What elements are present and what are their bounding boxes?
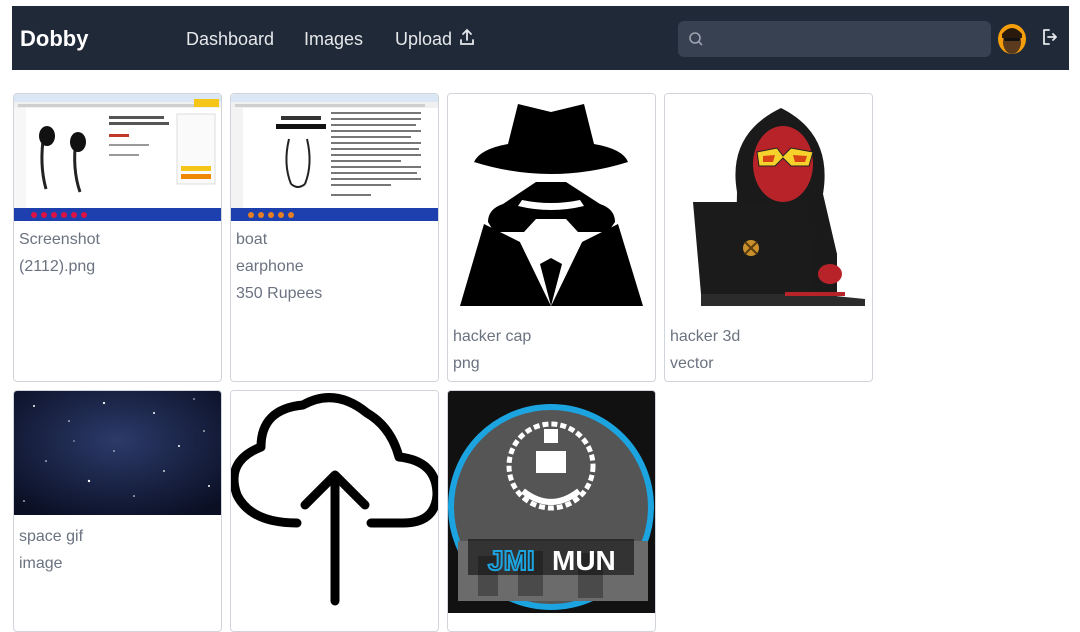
search-input[interactable] — [714, 27, 978, 53]
image-card[interactable]: hacker 3d vector — [664, 93, 873, 382]
caption-line: 350 Rupees — [236, 285, 323, 302]
caption-line: hacker cap — [453, 328, 532, 345]
nav-upload[interactable]: Upload — [395, 29, 452, 50]
caption-line: Screenshot — [19, 231, 100, 248]
caption-line: space gif — [19, 528, 84, 545]
brand-logo[interactable]: Dobby — [20, 26, 88, 52]
nav-dashboard[interactable]: Dashboard — [186, 29, 274, 50]
avatar[interactable] — [998, 24, 1026, 54]
caption-line: earphone — [236, 258, 304, 275]
image-card[interactable] — [230, 390, 439, 632]
caption-line: (2112).png — [19, 258, 96, 275]
caption-line: hacker 3d — [670, 328, 741, 345]
image-card[interactable]: hacker cap png — [447, 93, 656, 382]
image-card[interactable]: Screenshot (2112).png — [13, 93, 222, 382]
thumbnail-hacker-cap — [448, 94, 655, 316]
card-caption: Screenshot (2112).png — [19, 226, 100, 280]
card-caption: boat earphone 350 Rupees — [236, 226, 322, 307]
search-box[interactable] — [678, 21, 991, 57]
caption-line: image — [19, 555, 63, 572]
navbar: Dobby Dashboard Images Upload — [12, 6, 1069, 70]
upload-icon[interactable] — [459, 28, 475, 51]
caption-line: boat — [236, 231, 268, 248]
card-caption: space gif image — [19, 523, 83, 577]
image-card[interactable]: boat earphone 350 Rupees — [230, 93, 439, 382]
thumbnail-space — [14, 391, 221, 515]
logout-icon[interactable] — [1041, 28, 1057, 51]
caption-line: vector — [670, 355, 714, 372]
card-caption: hacker cap png — [453, 323, 531, 377]
image-card[interactable]: space gif image — [13, 390, 222, 632]
logo-jmi-text: JMI — [488, 545, 535, 576]
thumbnail-screenshot — [231, 94, 438, 221]
thumbnail-hacker-3d — [665, 94, 872, 316]
logo-mun-text: MUN — [552, 545, 616, 576]
image-card[interactable]: JMI MUN — [447, 390, 656, 632]
caption-line: png — [453, 355, 480, 372]
card-caption: hacker 3d vector — [670, 323, 740, 377]
thumbnail-jmimun-logo: JMI MUN — [448, 391, 655, 613]
thumbnail-screenshot — [14, 94, 221, 221]
cloud-upload-icon — [231, 391, 438, 613]
nav-images[interactable]: Images — [304, 29, 363, 50]
search-icon — [688, 31, 704, 52]
